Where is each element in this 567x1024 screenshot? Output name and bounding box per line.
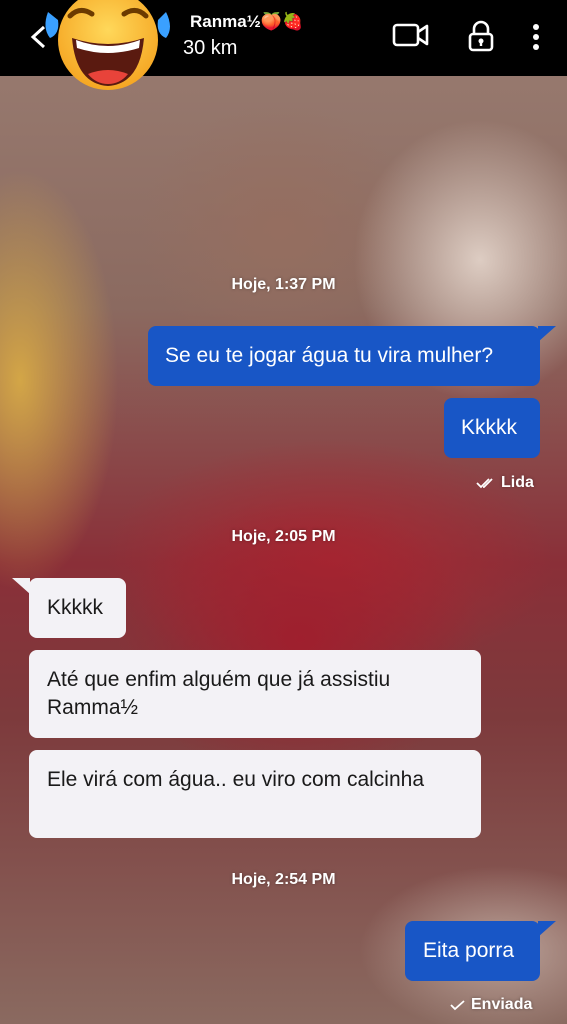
status-label: Enviada — [471, 996, 533, 1013]
chat-header: Ranma½🍑🍓 30 km — [0, 0, 567, 90]
message-bubble-incoming[interactable]: Até que enfim alguém que já assistiu Ram… — [29, 650, 481, 738]
status-label: Lida — [501, 474, 534, 491]
message-bubble-incoming[interactable]: Ele virá com água.. eu viro com calcinha — [29, 750, 481, 838]
date-separator: Hoje, 2:54 PM — [231, 871, 336, 888]
more-options-button[interactable] — [530, 22, 542, 57]
message-bubble-incoming[interactable]: Kkkkk — [29, 578, 126, 638]
double-check-icon — [476, 478, 493, 489]
video-call-button[interactable] — [392, 22, 430, 53]
message-text: Eita porra — [423, 939, 515, 962]
message-bubble-outgoing[interactable]: Se eu te jogar água tu vira mulher? — [148, 326, 540, 386]
read-receipt: Lida — [476, 474, 534, 492]
bubble-tail — [12, 578, 30, 594]
message-bubble-outgoing[interactable]: Eita porra — [405, 921, 540, 981]
lock-icon — [468, 20, 494, 52]
date-separator: Hoje, 1:37 PM — [231, 276, 336, 293]
sent-receipt: Enviada — [450, 996, 532, 1014]
lock-button[interactable] — [467, 20, 495, 57]
contact-distance: 30 km — [183, 37, 238, 59]
check-icon — [450, 1000, 465, 1011]
message-bubble-outgoing[interactable]: Kkkkk — [444, 398, 540, 458]
more-vertical-icon — [533, 24, 539, 50]
message-text: Kkkkk — [47, 596, 104, 619]
laughing-tears-emoji-icon[interactable] — [40, 0, 176, 98]
message-text: Kkkkk — [461, 416, 518, 439]
message-text: Se eu te jogar água tu vira mulher? — [165, 344, 494, 367]
contact-name[interactable]: Ranma½🍑🍓 — [190, 12, 303, 32]
bubble-tail — [538, 326, 556, 342]
bubble-tail — [538, 921, 556, 937]
message-text: Até que enfim alguém que já assistiu Ram… — [47, 668, 391, 719]
date-separator: Hoje, 2:05 PM — [231, 528, 336, 545]
video-camera-icon — [392, 23, 429, 47]
message-text: Ele virá com água.. eu viro com calcinha — [47, 768, 425, 791]
